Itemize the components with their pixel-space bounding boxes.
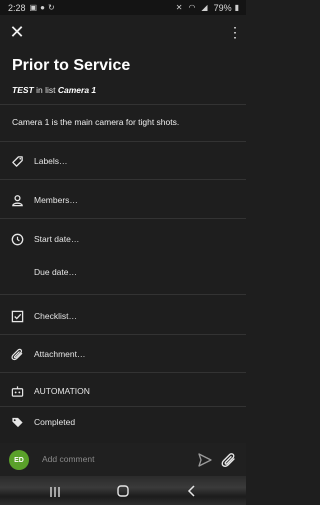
signal-icon: ◢ xyxy=(201,3,208,12)
clock-icon xyxy=(10,232,24,246)
tag-filled-icon xyxy=(10,415,24,429)
card-description[interactable]: Camera 1 is the main camera for tight sh… xyxy=(12,117,179,127)
battery-icon: ▮ xyxy=(234,3,239,12)
members-label: Members… xyxy=(34,195,78,205)
comment-bar: ED xyxy=(0,443,246,476)
automation-row[interactable]: AUTOMATION xyxy=(0,378,246,404)
card-title[interactable]: Prior to Service xyxy=(12,57,130,75)
labels-label: Labels… xyxy=(34,156,68,166)
close-button[interactable]: ✕ xyxy=(8,23,26,41)
checklist-row[interactable]: Checklist… xyxy=(0,303,246,329)
more-vertical-icon: ⋮ xyxy=(228,24,242,40)
divider xyxy=(0,218,246,219)
close-icon: ✕ xyxy=(9,22,25,42)
checklist-label: Checklist… xyxy=(34,311,77,321)
gallery-notification-icon: ▣ xyxy=(29,3,38,12)
attachment-row[interactable]: Attachment… xyxy=(0,341,246,367)
send-icon xyxy=(198,453,212,467)
status-bar: 2:28 ▣ ● ↻ ✕ ◠ ◢ 79% ▮ xyxy=(0,0,246,15)
divider xyxy=(0,141,246,142)
paperclip-icon xyxy=(10,347,24,361)
divider xyxy=(0,104,246,105)
divider xyxy=(0,334,246,335)
start-date-label: Start date… xyxy=(34,234,80,244)
home-button[interactable] xyxy=(116,484,130,498)
members-row[interactable]: Members… xyxy=(0,187,246,213)
status-right: ✕ ◠ ◢ 79% ▮ xyxy=(176,3,242,13)
mute-icon: ✕ xyxy=(175,3,183,12)
send-button[interactable] xyxy=(197,452,213,468)
completed-row[interactable]: Completed xyxy=(0,409,246,435)
automation-robot-icon xyxy=(10,384,24,398)
member-person-icon xyxy=(10,193,24,207)
board-name[interactable]: TEST xyxy=(12,85,34,95)
app-bar: ✕ ⋮ xyxy=(0,15,246,49)
list-name[interactable]: Camera 1 xyxy=(58,85,96,95)
due-date-row[interactable]: Due date… xyxy=(0,259,246,285)
divider xyxy=(0,372,246,373)
back-chevron-icon xyxy=(187,485,195,497)
recents-icon xyxy=(50,487,60,497)
back-button[interactable] xyxy=(185,484,199,498)
card-location: TEST in list Camera 1 xyxy=(12,85,96,95)
start-date-row[interactable]: Start date… xyxy=(0,226,246,252)
automation-label: AUTOMATION xyxy=(34,386,90,396)
attachment-label: Attachment… xyxy=(34,349,86,359)
in-list-text: in list xyxy=(36,85,56,95)
completed-label: Completed xyxy=(34,417,76,427)
divider xyxy=(0,406,246,407)
facebook-notification-icon: ● xyxy=(40,3,45,12)
battery-percent: 79% xyxy=(213,2,232,13)
due-date-label: Due date… xyxy=(34,267,77,277)
sync-notification-icon: ↻ xyxy=(47,3,55,12)
paperclip-icon xyxy=(221,453,235,467)
avatar[interactable]: ED xyxy=(9,450,29,470)
divider xyxy=(0,179,246,180)
attach-comment-button[interactable] xyxy=(221,452,237,468)
wifi-icon: ◠ xyxy=(188,3,196,12)
system-nav-bar xyxy=(0,476,246,505)
comment-input[interactable] xyxy=(42,452,187,466)
label-tag-icon xyxy=(10,154,24,168)
divider xyxy=(0,294,246,295)
status-time: 2:28 xyxy=(8,2,26,13)
home-icon xyxy=(117,485,129,497)
recents-button[interactable] xyxy=(48,485,62,497)
more-options-button[interactable]: ⋮ xyxy=(228,23,242,41)
labels-row[interactable]: Labels… xyxy=(0,148,246,174)
checklist-icon xyxy=(10,309,24,323)
